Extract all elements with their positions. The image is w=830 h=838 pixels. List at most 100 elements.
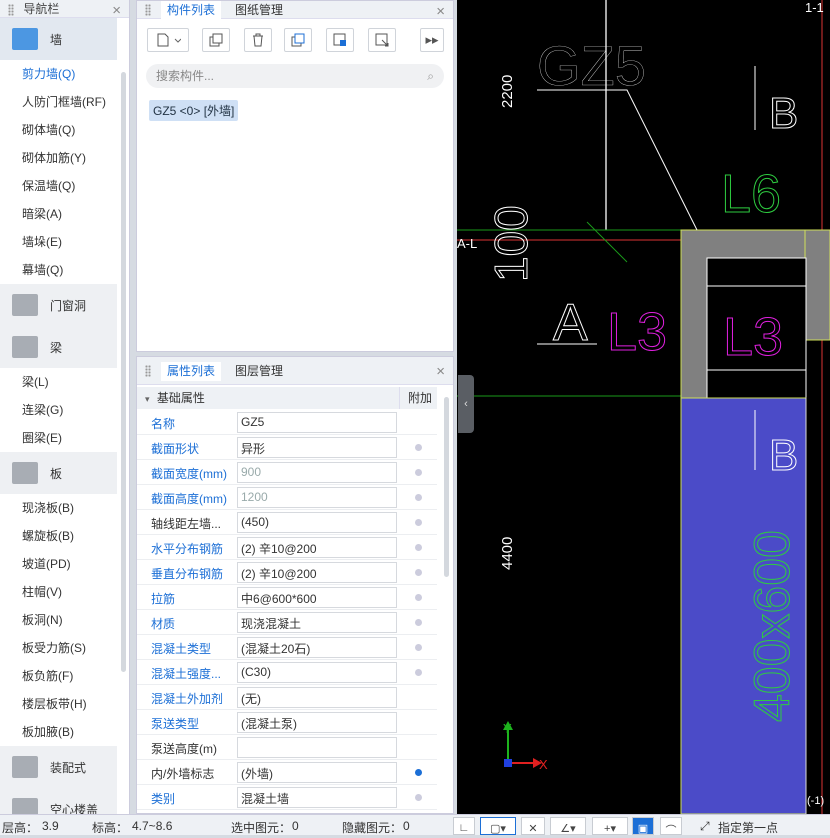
extra-checkbox[interactable]	[415, 644, 422, 651]
property-name: 水平分布钢筋	[151, 542, 224, 556]
property-value-field[interactable]: (外墙)	[237, 762, 397, 783]
nav-item[interactable]: 墙垛(E)	[0, 228, 129, 256]
extra-checkbox[interactable]	[415, 569, 422, 576]
property-value-field[interactable]: (2) ⾟10@200	[237, 562, 397, 583]
new-icon	[157, 33, 181, 47]
dim-tick	[586, 221, 628, 263]
property-value-field[interactable]: (混凝土泵)	[237, 712, 397, 733]
angle-button[interactable]: ∠▾	[550, 817, 586, 835]
nav-item[interactable]: 梁(L)	[0, 368, 129, 396]
nav-scrollbar[interactable]	[121, 72, 126, 672]
extra-checkbox[interactable]	[415, 469, 422, 476]
nav-category-1[interactable]: 门窗洞	[0, 284, 117, 326]
nav-item[interactable]: 板洞(N)	[0, 606, 129, 634]
component-panel-close-icon[interactable]: ×	[436, 3, 445, 20]
nav-item[interactable]: 砌体加筋(Y)	[0, 144, 129, 172]
property-value-field[interactable]: 异形	[237, 437, 397, 458]
extra-checkbox[interactable]	[415, 619, 422, 626]
tab-layer-management[interactable]: 图层管理	[229, 362, 289, 380]
search-icon[interactable]: ⌕	[427, 64, 434, 88]
nav-category-0[interactable]: 墙	[0, 18, 117, 60]
extra-checkbox[interactable]	[415, 544, 422, 551]
nav-category-3[interactable]: 板	[0, 452, 117, 494]
cad-drawing-canvas[interactable]: GZ5 L6 L3 L3 B B A A-L 1-1 2200 100 4400…	[457, 0, 830, 814]
property-value-field[interactable]: (450)	[237, 512, 397, 533]
property-value-field[interactable]: 1200	[237, 487, 397, 508]
collapse-arrow-icon[interactable]: ▾	[145, 394, 150, 404]
more-icon: ▸▸	[425, 32, 439, 47]
tab-drawing-management[interactable]: 图纸管理	[229, 1, 289, 19]
layer-height-label: 层高：	[2, 821, 39, 835]
property-value-field[interactable]	[237, 737, 397, 758]
floor-copy-button[interactable]	[326, 28, 354, 52]
extra-checkbox[interactable]	[415, 594, 422, 601]
basic-properties-header[interactable]: ▾ 基础属性 附加	[137, 387, 437, 409]
property-name: 拉筋	[151, 592, 176, 606]
nav-item[interactable]: 剪力墙(Q)	[0, 60, 129, 88]
copy-button[interactable]	[202, 28, 230, 52]
component-search-input[interactable]: 搜索构件... ⌕	[146, 64, 444, 88]
property-scrollbar[interactable]	[444, 397, 449, 577]
nav-item[interactable]: 暗梁(A)	[0, 200, 129, 228]
component-item-gz5[interactable]: GZ5 <0> [外墙]	[149, 100, 239, 121]
extra-checkbox[interactable]	[415, 794, 422, 801]
property-name: 垂直分布钢筋	[151, 567, 224, 581]
export-button[interactable]	[368, 28, 396, 52]
nav-item[interactable]: 板加腋(B)	[0, 718, 129, 746]
layer-copy-button[interactable]	[284, 28, 312, 52]
nav-item[interactable]: 保温墙(Q)	[0, 172, 129, 200]
nav-item[interactable]: 板受力筋(S)	[0, 634, 129, 662]
property-value-field[interactable]: 现浇混凝土	[237, 612, 397, 633]
drag-grip-icon[interactable]	[8, 3, 14, 16]
property-value-field[interactable]: (C30)	[237, 662, 397, 683]
extra-checkbox[interactable]	[415, 519, 422, 526]
extra-checkbox[interactable]	[415, 444, 422, 451]
property-value-field[interactable]: (无)	[237, 687, 397, 708]
nav-close-icon[interactable]: ×	[112, 2, 121, 20]
new-component-button[interactable]	[147, 28, 189, 52]
panel-collapse-handle[interactable]: ‹	[458, 375, 474, 433]
search-placeholder: 搜索构件...	[156, 69, 215, 83]
nav-tree: 墙剪力墙(Q) 人防门框墙(RF) 砌体墙(Q) 砌体加筋(Y) 保温墙(Q) 暗梁(A)…	[0, 18, 129, 830]
nav-item[interactable]: 连梁(G)	[0, 396, 129, 424]
extra-checkbox[interactable]	[415, 669, 422, 676]
cross-snap-button[interactable]: ✕	[521, 817, 545, 835]
axis-label-a: A-L	[457, 236, 477, 251]
property-value-field[interactable]: 混凝土墙	[237, 787, 397, 808]
dim-2200: 2200	[499, 75, 516, 108]
nav-item[interactable]: 圈梁(E)	[0, 424, 129, 452]
nav-item[interactable]: 楼层板带(H)	[0, 690, 129, 718]
nav-item[interactable]: 坡道(PD)	[0, 550, 129, 578]
property-value-field[interactable]: (混凝土20石)	[237, 637, 397, 658]
property-value-field[interactable]: GZ5	[237, 412, 397, 433]
drag-grip-icon[interactable]	[145, 365, 151, 377]
snap-mode-button[interactable]: ▢▾	[480, 817, 516, 835]
nav-item[interactable]: 人防门框墙(RF)	[0, 88, 129, 116]
nav-item[interactable]: 现浇板(B)	[0, 494, 129, 522]
property-panel-close-icon[interactable]: ×	[436, 363, 445, 380]
more-button[interactable]: ▸▸	[420, 28, 444, 52]
property-name: 混凝土类型	[151, 642, 212, 656]
tab-property-list[interactable]: 属性列表	[161, 362, 222, 381]
nav-item[interactable]: 螺旋板(B)	[0, 522, 129, 550]
drag-grip-icon[interactable]	[145, 4, 151, 16]
wall-icon	[12, 28, 38, 50]
nav-category-2[interactable]: 梁	[0, 326, 117, 368]
nav-item[interactable]: 幕墙(Q)	[0, 256, 129, 284]
property-value-field[interactable]: 900	[237, 462, 397, 483]
tab-component-list[interactable]: 构件列表	[161, 1, 222, 20]
delete-button[interactable]	[244, 28, 272, 52]
extra-checkbox[interactable]	[415, 769, 422, 776]
ortho-button[interactable]: ∟	[453, 817, 475, 835]
dynamic-input-button[interactable]: ▣	[632, 817, 654, 835]
hidden-label: 隐藏图元：	[342, 821, 403, 835]
offset-button[interactable]: +▾	[592, 817, 628, 835]
nav-category-4[interactable]: 装配式	[0, 746, 117, 788]
nav-item[interactable]: 柱帽(V)	[0, 578, 129, 606]
property-value-field[interactable]: (2) ⾟10@200	[237, 537, 397, 558]
nav-item[interactable]: 板负筋(F)	[0, 662, 129, 690]
polar-button[interactable]: ⌒	[660, 817, 682, 837]
property-value-field[interactable]: 中6@600*600	[237, 587, 397, 608]
extra-checkbox[interactable]	[415, 494, 422, 501]
nav-item[interactable]: 砌体墙(Q)	[0, 116, 129, 144]
